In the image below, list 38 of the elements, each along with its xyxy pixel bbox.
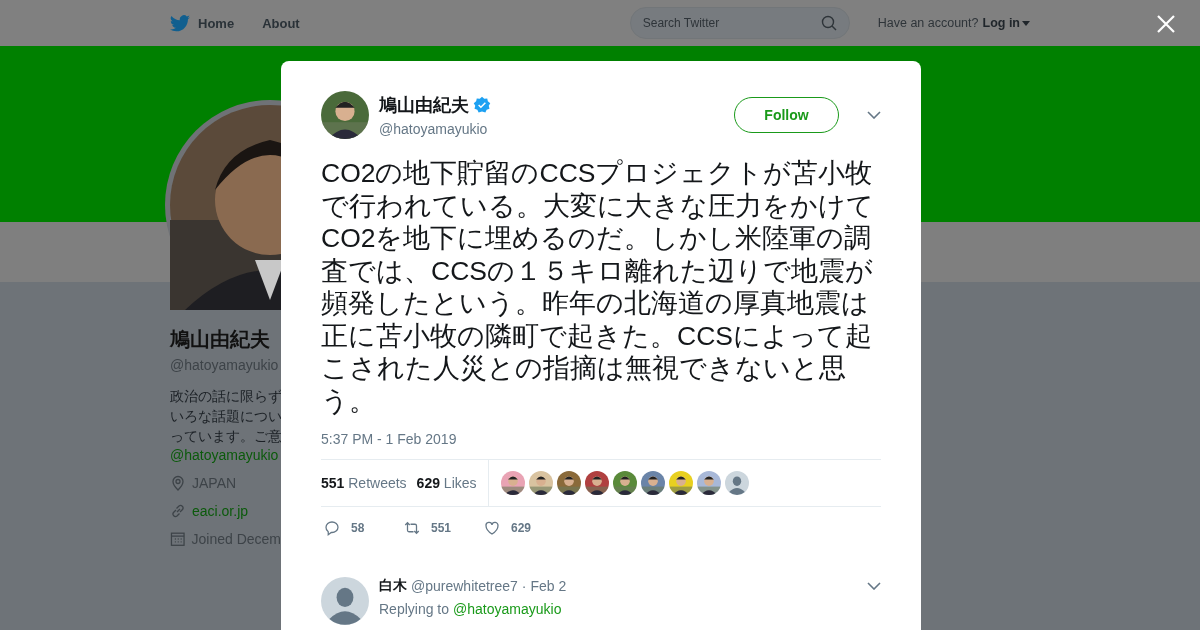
mention-link[interactable]: @hatoyamayukio <box>453 601 562 617</box>
location-pin-icon <box>170 475 186 491</box>
reply-date: · Feb 2 <box>521 578 567 594</box>
search-placeholder: Search Twitter <box>642 16 720 30</box>
search-icon <box>820 15 837 31</box>
speech-bubble-icon <box>323 519 341 537</box>
bio-line: 政治の話に限らず <box>170 388 281 406</box>
login-link[interactable]: Log in <box>982 16 1030 30</box>
default-avatar-icon <box>321 577 369 625</box>
more-chevron-icon[interactable] <box>867 111 881 119</box>
link-icon <box>170 503 186 519</box>
caret-icon <box>1022 20 1030 26</box>
reply-chevron-icon[interactable] <box>867 582 881 590</box>
heart-icon <box>483 519 501 537</box>
reply-author-name: 白木 <box>379 577 407 595</box>
calendar-icon <box>170 531 186 547</box>
like-button[interactable]: 629 <box>483 519 563 537</box>
retweet-icon <box>403 519 421 537</box>
follow-button[interactable]: Follow <box>734 97 839 133</box>
tweet-timestamp: 5:37 PM - 1 Feb 2019 <box>321 431 458 447</box>
close-icon[interactable] <box>1157 15 1175 33</box>
bird-icon <box>170 14 190 32</box>
about-link[interactable]: About <box>262 15 300 31</box>
home-link[interactable]: Home <box>170 14 235 32</box>
tweet-text: CO2の地下貯留のCCSプロジェクトが苫小牧で行われている。大変に大きな圧力をかけてCO2を地下に埋めるのだ。しかし米陸軍の調査では、CCSの１５キロ離れた辺りで地震が頻発したという。昨年の北海道の厚真地震は正に苫小牧の隣町で起きた。CCSによって起こされた人災との指摘は無視できないと思う。 <box>321 157 875 417</box>
retweet-button[interactable]: 551 <box>403 519 483 537</box>
reply-author-handle: @purewhitetree7 <box>411 578 518 594</box>
bio-line: っています。ご意 <box>170 428 281 446</box>
account-prompt: Have an account? <box>877 16 979 30</box>
author-handle: @hatoyamayukio <box>379 121 489 137</box>
like-count[interactable]: 629 Likes <box>416 475 477 491</box>
search-field[interactable]: Search Twitter <box>629 7 850 39</box>
bio-line: いろな話題につい <box>170 408 281 426</box>
retweet-count[interactable]: 551 Retweets <box>321 475 407 491</box>
reply-button[interactable]: 58 <box>323 519 403 537</box>
replying-to-label: Replying to <box>379 601 450 617</box>
author-name: 鳩山由紀夫 <box>379 93 724 117</box>
profile-name: 鳩山由紀夫 <box>170 327 271 352</box>
